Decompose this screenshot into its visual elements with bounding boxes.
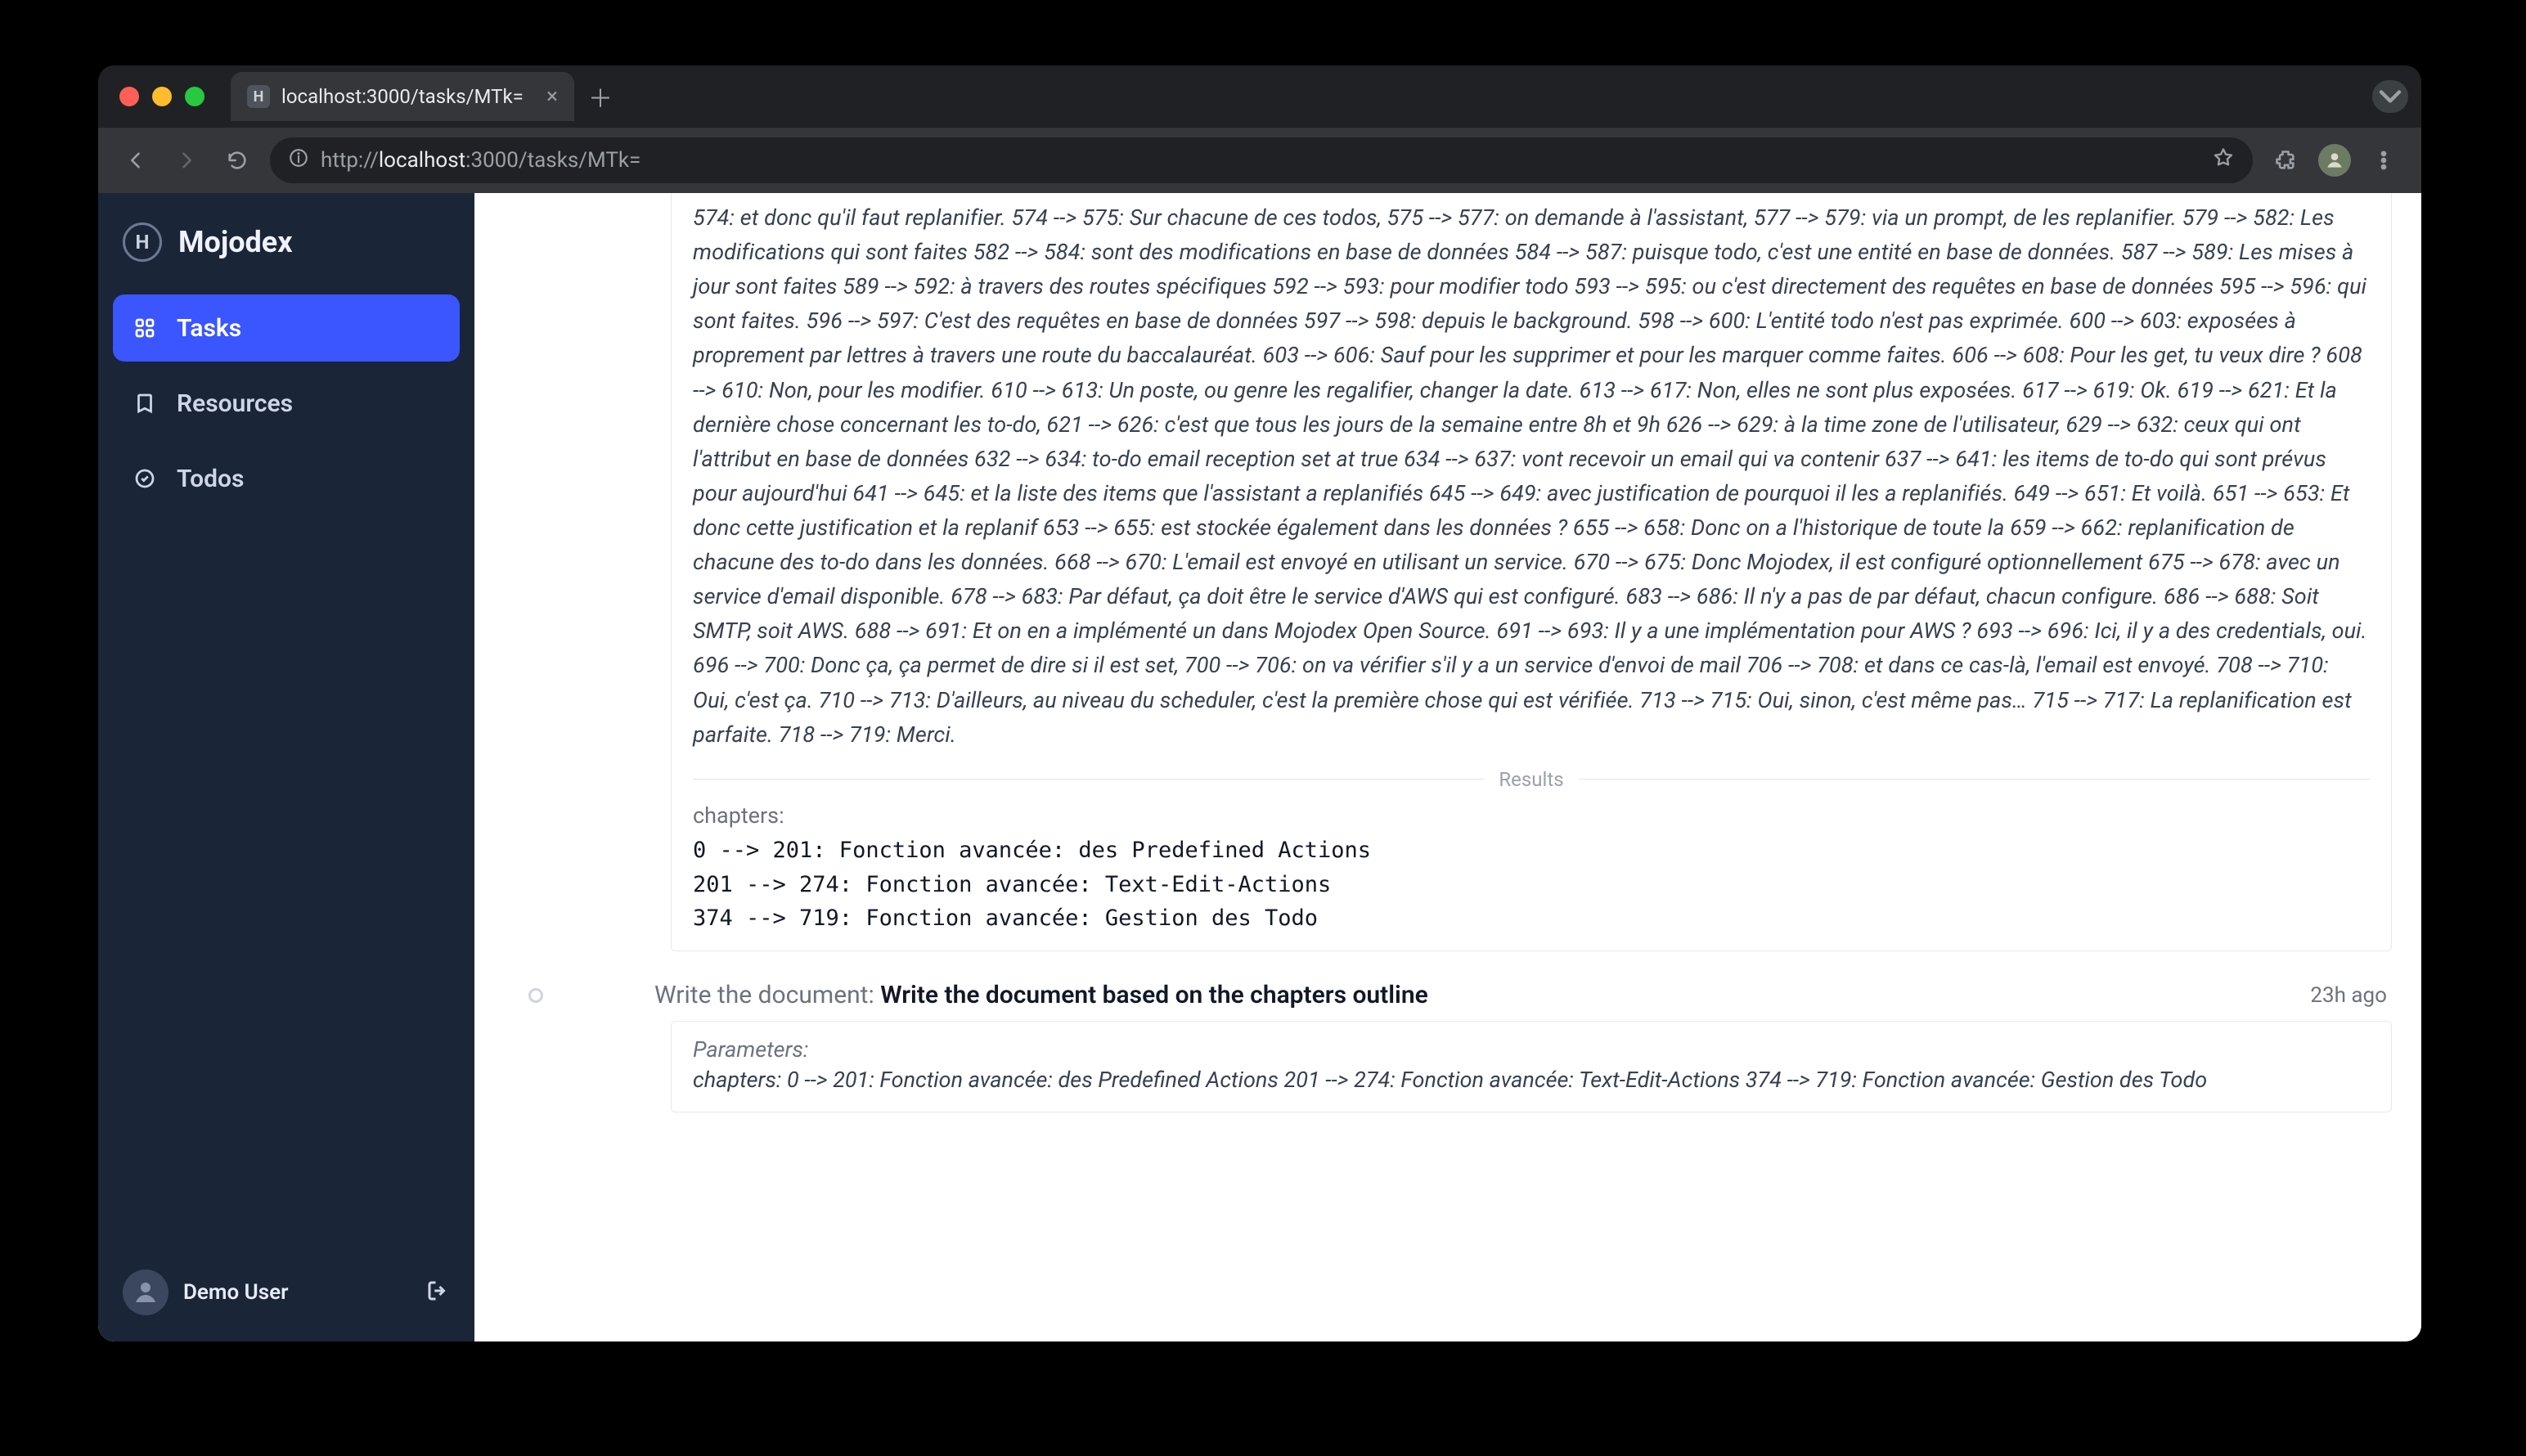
step-dot-icon bbox=[528, 988, 543, 1003]
window-controls bbox=[119, 87, 205, 106]
url-scheme: http:// bbox=[321, 148, 379, 173]
check-circle-icon bbox=[131, 465, 159, 492]
app-sidebar: H Mojodex Tasks Resources bbox=[98, 193, 474, 1341]
chapters-label: chapters: bbox=[693, 802, 2370, 829]
tab-title: localhost:3000/tasks/MTk= bbox=[281, 85, 535, 108]
step-timestamp: 23h ago bbox=[2310, 983, 2392, 1008]
step-title-prefix: Write the document: bbox=[654, 981, 880, 1009]
site-info-icon[interactable] bbox=[288, 147, 309, 174]
step-title: Write the document: Write the document b… bbox=[654, 981, 1428, 1009]
tab-overflow-button[interactable] bbox=[2372, 80, 2408, 113]
url-path: :3000/tasks/MTk= bbox=[465, 148, 640, 173]
grid-icon bbox=[131, 314, 159, 342]
tab-strip: H localhost:3000/tasks/MTk= × ＋ bbox=[98, 65, 2421, 128]
page-viewport: H Mojodex Tasks Resources bbox=[98, 193, 2421, 1341]
window-close-icon[interactable] bbox=[119, 87, 139, 106]
window-minimize-icon[interactable] bbox=[152, 87, 172, 106]
browser-menu-button[interactable] bbox=[2366, 142, 2402, 178]
chapters-output: 0 --> 201: Fonction avancée: des Predefi… bbox=[693, 834, 2370, 937]
step-card-params: Parameters: chapters: 0 --> 201: Fonctio… bbox=[671, 1021, 2392, 1112]
url-host: localhost bbox=[379, 148, 465, 173]
tab-favicon-icon: H bbox=[247, 85, 270, 108]
sidebar-item-resources[interactable]: Resources bbox=[113, 370, 460, 437]
extensions-button[interactable] bbox=[2268, 142, 2304, 178]
bookmark-icon[interactable] bbox=[2212, 146, 2235, 175]
browser-window: H localhost:3000/tasks/MTk= × ＋ bbox=[98, 65, 2421, 1341]
nav-reload-button[interactable] bbox=[219, 142, 255, 178]
tab-close-icon[interactable]: × bbox=[546, 84, 558, 109]
transcript-text: 574: et donc qu'il faut replanifier. 574… bbox=[693, 200, 2370, 752]
profile-avatar-icon[interactable] bbox=[2318, 144, 2351, 177]
address-bar[interactable]: http:// localhost :3000/tasks/MTk= bbox=[270, 137, 2253, 183]
browser-tab[interactable]: H localhost:3000/tasks/MTk= × bbox=[231, 72, 574, 121]
browser-toolbar: http:// localhost :3000/tasks/MTk= bbox=[98, 128, 2421, 193]
bookmark-outline-icon bbox=[131, 389, 159, 417]
sidebar-item-label: Todos bbox=[177, 465, 244, 493]
url-text: http:// localhost :3000/tasks/MTk= bbox=[321, 148, 640, 173]
sidebar-nav: Tasks Resources Todos bbox=[113, 294, 460, 512]
logout-button[interactable] bbox=[425, 1278, 450, 1306]
nav-back-button[interactable] bbox=[118, 142, 154, 178]
step-header: Write the document: Write the document b… bbox=[643, 981, 2392, 1009]
window-zoom-icon[interactable] bbox=[185, 87, 205, 106]
sidebar-item-todos[interactable]: Todos bbox=[113, 445, 460, 512]
brand-logo-icon: H bbox=[123, 222, 162, 262]
sidebar-item-label: Tasks bbox=[177, 314, 241, 343]
brand[interactable]: H Mojodex bbox=[113, 214, 460, 286]
results-label: Results bbox=[1499, 768, 1563, 791]
results-divider: Results bbox=[693, 768, 2370, 791]
user-name: Demo User bbox=[183, 1280, 288, 1305]
new-tab-button[interactable]: ＋ bbox=[584, 80, 617, 113]
sidebar-footer: Demo User bbox=[113, 1260, 460, 1325]
sidebar-item-label: Resources bbox=[177, 389, 293, 418]
main-content: 574: et donc qu'il faut replanifier. 574… bbox=[474, 193, 2421, 1341]
step-title-strong: Write the document based on the chapters… bbox=[880, 981, 1428, 1009]
parameters-text: chapters: 0 --> 201: Fonction avancée: d… bbox=[693, 1063, 2370, 1097]
brand-name: Mojodex bbox=[178, 225, 293, 259]
nav-forward-button[interactable] bbox=[169, 142, 205, 178]
user-avatar-icon[interactable] bbox=[123, 1270, 169, 1315]
parameters-label: Parameters: bbox=[693, 1036, 2370, 1063]
step-card-transcript: 574: et donc qu'il faut replanifier. 574… bbox=[671, 193, 2392, 951]
sidebar-item-tasks[interactable]: Tasks bbox=[113, 294, 460, 362]
